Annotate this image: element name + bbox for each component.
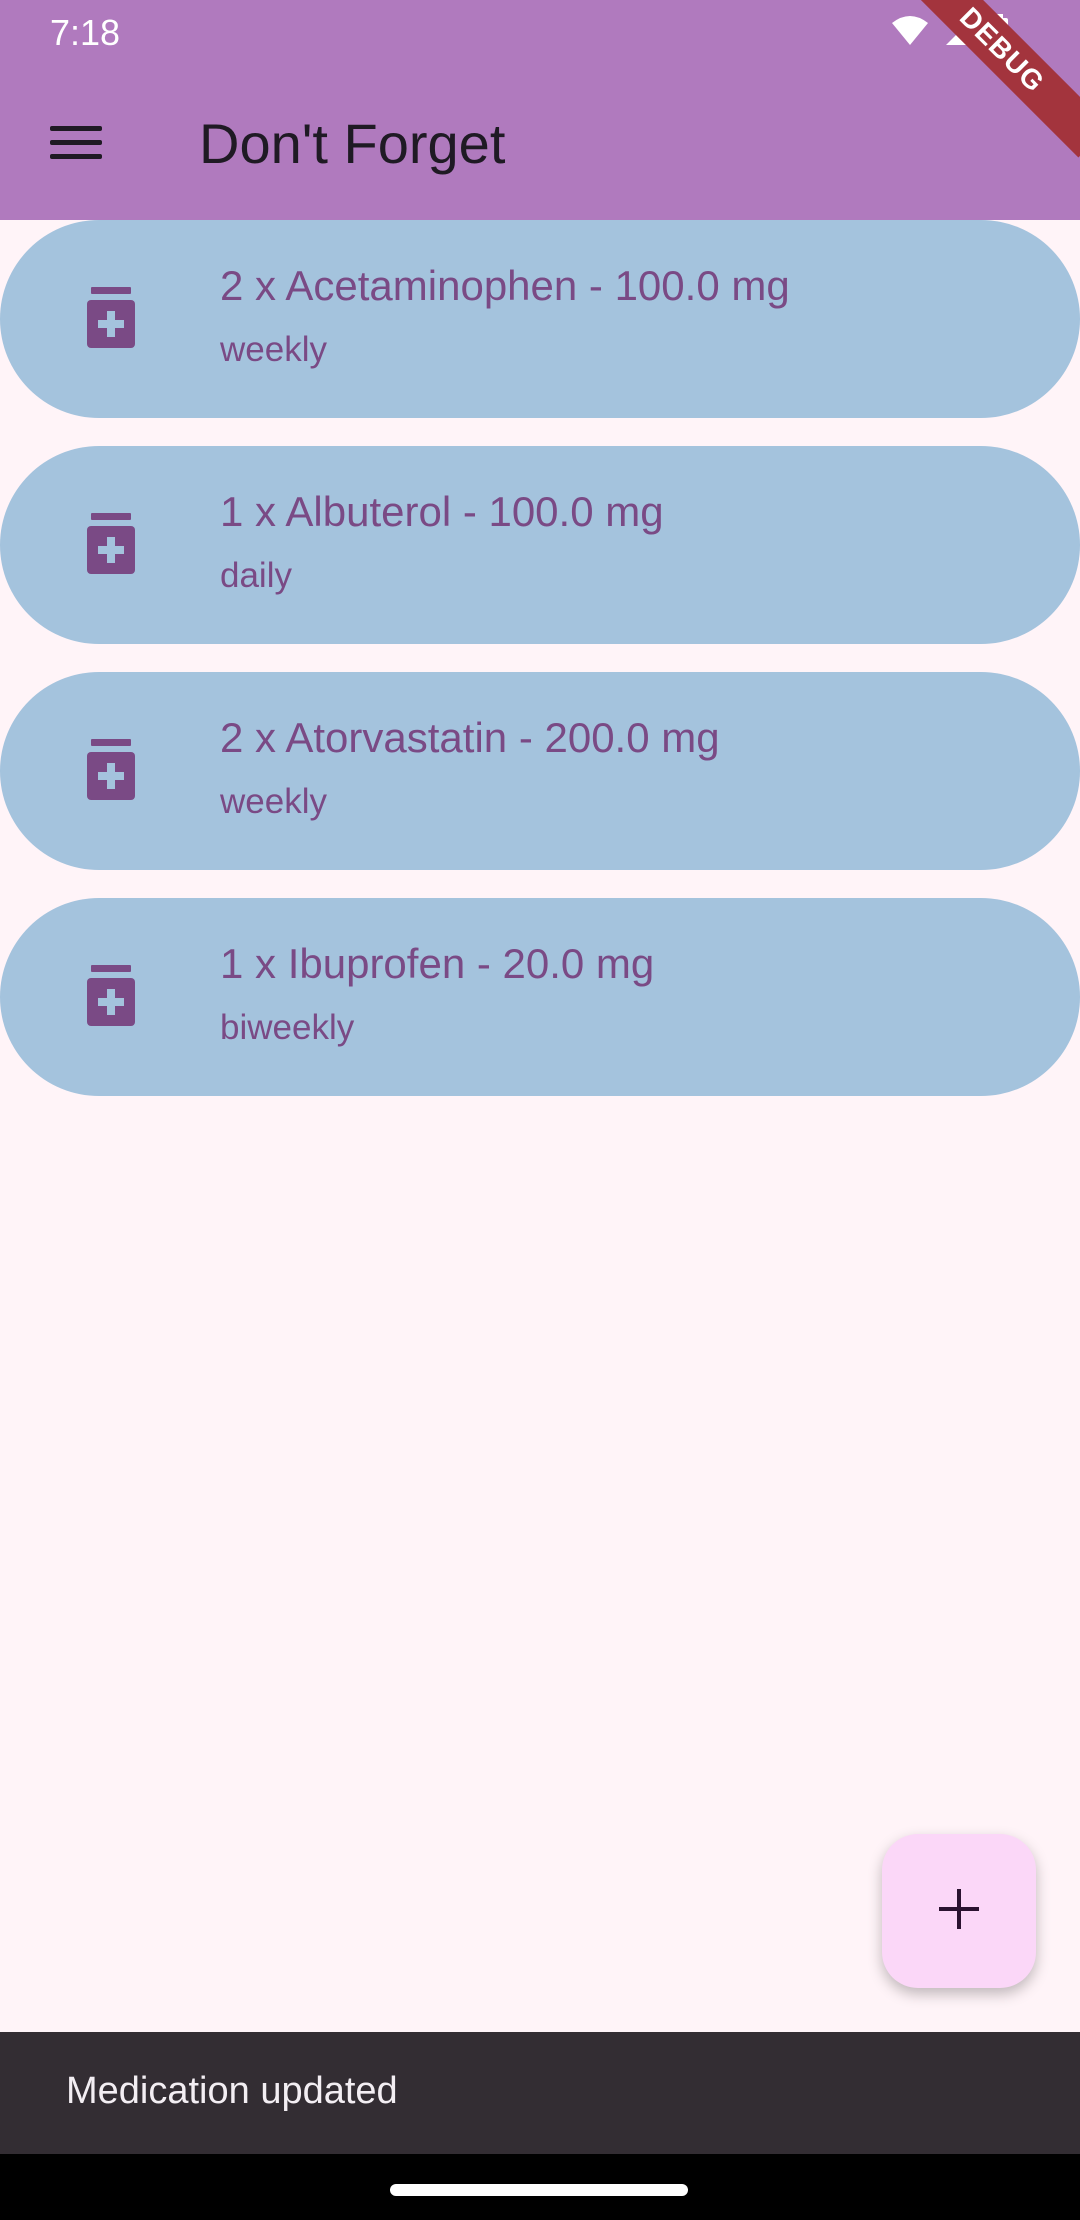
medication-list: 2 x Acetaminophen - 100.0 mg weekly 1 x …: [0, 220, 1080, 1124]
medication-frequency: biweekly: [220, 1008, 355, 1047]
menu-icon: [50, 124, 102, 165]
page-title: Don't Forget: [199, 112, 506, 175]
medication-list-item[interactable]: 2 x Atorvastatin - 200.0 mg weekly: [0, 672, 1080, 870]
medication-bottle-icon: [85, 739, 137, 803]
menu-button[interactable]: [36, 104, 116, 184]
status-bar: 7:18: [0, 0, 1080, 64]
medication-list-item[interactable]: 1 x Ibuprofen - 20.0 mg biweekly: [0, 898, 1080, 1096]
medication-list-item[interactable]: 2 x Acetaminophen - 100.0 mg weekly: [0, 220, 1080, 418]
medication-title: 2 x Acetaminophen - 100.0 mg: [220, 262, 790, 309]
medication-frequency: weekly: [220, 782, 327, 821]
medication-frequency: daily: [220, 556, 292, 595]
medication-title: 1 x Albuterol - 100.0 mg: [220, 488, 664, 535]
status-time: 7:18: [50, 12, 121, 53]
plus-icon: [937, 1887, 981, 1936]
medication-list-item[interactable]: 1 x Albuterol - 100.0 mg daily: [0, 446, 1080, 644]
snackbar: Medication updated: [0, 2032, 1080, 2154]
medication-title: 1 x Ibuprofen - 20.0 mg: [220, 940, 655, 987]
medication-bottle-icon: [85, 965, 137, 1029]
wifi-icon: [890, 15, 930, 52]
system-navigation-bar: [0, 2154, 1080, 2220]
medication-bottle-icon: [85, 513, 137, 577]
app-bar: Don't Forget: [0, 64, 1080, 220]
medication-title: 2 x Atorvastatin - 200.0 mg: [220, 714, 720, 761]
medication-frequency: weekly: [220, 330, 327, 369]
home-indicator[interactable]: [390, 2184, 688, 2196]
add-medication-button[interactable]: [882, 1834, 1036, 1988]
medication-bottle-icon: [85, 287, 137, 351]
snackbar-message: Medication updated: [66, 2070, 398, 2112]
